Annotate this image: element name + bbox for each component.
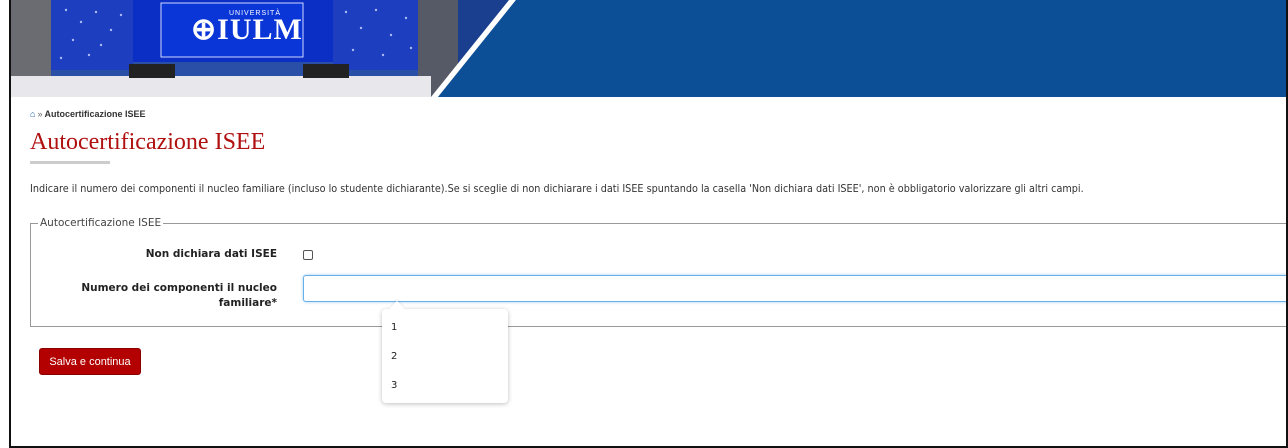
non-dichiara-label: Non dichiara dati ISEE <box>145 248 277 260</box>
breadcrumb-separator: » <box>37 109 43 119</box>
breadcrumb-current: Autocertificazione ISEE <box>44 109 146 119</box>
intro-text: Indicare il numero dei componenti il nuc… <box>30 183 1084 195</box>
numero-componenti-input[interactable] <box>303 275 1286 302</box>
logo-emblem-icon: ⊕ <box>191 13 218 46</box>
logo-text: IULM <box>217 13 303 46</box>
title-underline <box>30 161 110 164</box>
non-dichiara-checkbox[interactable] <box>303 250 313 260</box>
numero-componenti-dropdown: 1 2 3 <box>382 309 508 403</box>
dropdown-option[interactable]: 2 <box>391 351 397 362</box>
header-banner: UNIVERSITÀ ⊕IULM <box>11 0 1286 97</box>
page-title: Autocertificazione ISEE <box>30 129 266 155</box>
breadcrumb: ⌂» Autocertificazione ISEE <box>30 109 145 119</box>
dropdown-option[interactable]: 3 <box>391 380 397 391</box>
dropdown-option[interactable]: 1 <box>391 322 397 333</box>
iulm-logo: ⊕IULM <box>191 12 303 47</box>
fieldset-legend: Autocertificazione ISEE <box>38 217 164 229</box>
save-continue-button[interactable]: Salva e continua <box>39 348 141 375</box>
page-frame: UNIVERSITÀ ⊕IULM ⌂» Autocertificazione IS… <box>9 0 1288 448</box>
numero-componenti-label: Numero dei componenti il nucleo familiar… <box>81 282 277 309</box>
home-icon[interactable]: ⌂ <box>30 109 35 119</box>
